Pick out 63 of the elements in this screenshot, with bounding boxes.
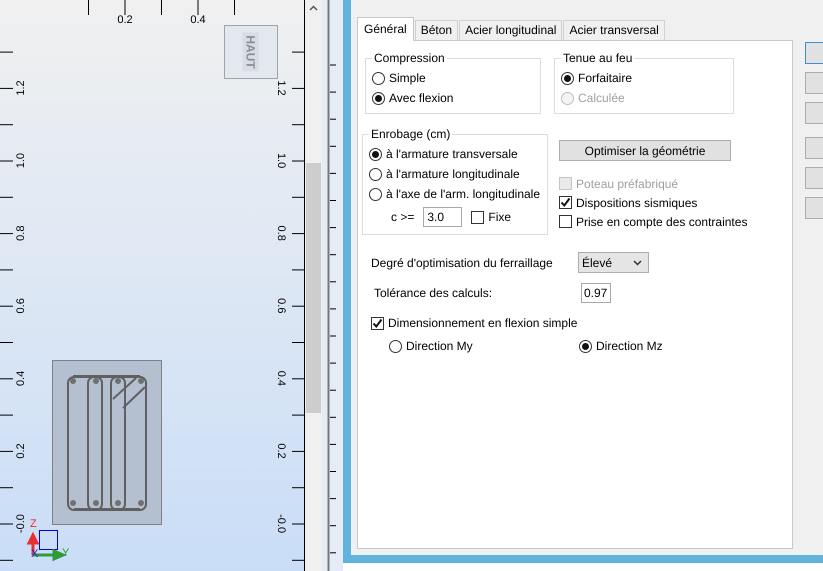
- axis-label: 1.2: [15, 80, 27, 96]
- field-label: Tolérance des calculs:: [373, 286, 494, 300]
- radio-button[interactable]: [372, 92, 385, 104]
- chevron-down-icon[interactable]: [633, 260, 642, 266]
- button[interactable]: [805, 42, 823, 64]
- axis-label: 0.6: [15, 298, 27, 314]
- checkbox-label[interactable]: Fixe: [488, 210, 512, 224]
- axis-label: 0.4: [15, 370, 27, 386]
- radio-label[interactable]: à l'axe de l'arm. longitudinale: [386, 187, 540, 201]
- radio-button[interactable]: [369, 188, 382, 200]
- checkbox[interactable]: [471, 210, 484, 224]
- group-title: Compression: [373, 51, 446, 65]
- radio-label[interactable]: à l'armature transversale: [386, 147, 518, 161]
- tolerance-field[interactable]: 0.97: [581, 283, 611, 303]
- checkbox-label[interactable]: Prise en compte des contraintes: [576, 214, 748, 228]
- axis-label: 0.8: [275, 226, 287, 241]
- tab[interactable]: Acier transversal: [563, 20, 665, 40]
- axis-label: 0.2: [15, 443, 27, 459]
- tab[interactable]: Général: [357, 17, 414, 41]
- dropdown[interactable]: Élevé: [578, 252, 649, 273]
- axis-label: 0.4: [190, 14, 206, 26]
- axis-label: Y: [62, 547, 70, 559]
- cover-field[interactable]: 3.0: [423, 207, 462, 227]
- axis-label: -0.0: [15, 514, 27, 534]
- axis-label: X: [31, 548, 38, 560]
- tab[interactable]: Béton: [414, 20, 458, 40]
- group-title: Enrobage (cm): [370, 127, 452, 141]
- radio-label[interactable]: Simple: [389, 71, 426, 85]
- checkbox-label[interactable]: Dispositions sismiques: [576, 196, 698, 210]
- axis-label: 0.8: [15, 226, 27, 241]
- radio-label[interactable]: Direction My: [406, 339, 473, 353]
- axis-label: -0.0: [275, 514, 287, 534]
- checkbox[interactable]: [559, 196, 572, 209]
- optimize-button[interactable]: Optimiser la géométrie: [559, 140, 732, 161]
- radio-button[interactable]: [369, 168, 382, 180]
- radio-button[interactable]: [389, 340, 402, 352]
- checkbox-label[interactable]: Dimensionnement en flexion simple: [388, 316, 578, 330]
- axis-label: 0.6: [275, 298, 287, 314]
- radio-label[interactable]: Avec flexion: [389, 91, 454, 105]
- radio-button[interactable]: [561, 72, 574, 84]
- checkbox[interactable]: [371, 316, 384, 330]
- radio-label[interactable]: Direction Mz: [596, 339, 663, 353]
- axis-label: 0.2: [275, 443, 287, 459]
- radio-label[interactable]: Forfaitaire: [578, 71, 632, 85]
- checkbox[interactable]: [559, 215, 572, 228]
- axis-label: 1.0: [275, 152, 287, 168]
- axis-label: 0.4: [275, 370, 287, 386]
- scrollbar[interactable]: [305, 0, 322, 571]
- radio-label[interactable]: à l'armature longitudinale: [386, 167, 520, 181]
- field-label: Degré d'optimisation du ferraillage: [370, 256, 554, 270]
- radio-button[interactable]: [372, 72, 385, 84]
- radio-button[interactable]: [369, 148, 382, 160]
- axis-label: 0.2: [117, 14, 133, 26]
- axis-label: 1.2: [275, 80, 287, 96]
- field-label: c >=: [391, 210, 414, 224]
- radio-button[interactable]: [579, 340, 592, 352]
- group-title: Tenue au feu: [562, 51, 634, 65]
- axis-label: 1.0: [15, 152, 27, 168]
- scrollbar-thumb[interactable]: [306, 163, 321, 413]
- chevron-up-icon[interactable]: [309, 5, 318, 11]
- tab[interactable]: Acier longitudinal: [459, 20, 562, 40]
- axis-label: Z: [30, 518, 37, 530]
- axis-triad-icon: [28, 530, 67, 560]
